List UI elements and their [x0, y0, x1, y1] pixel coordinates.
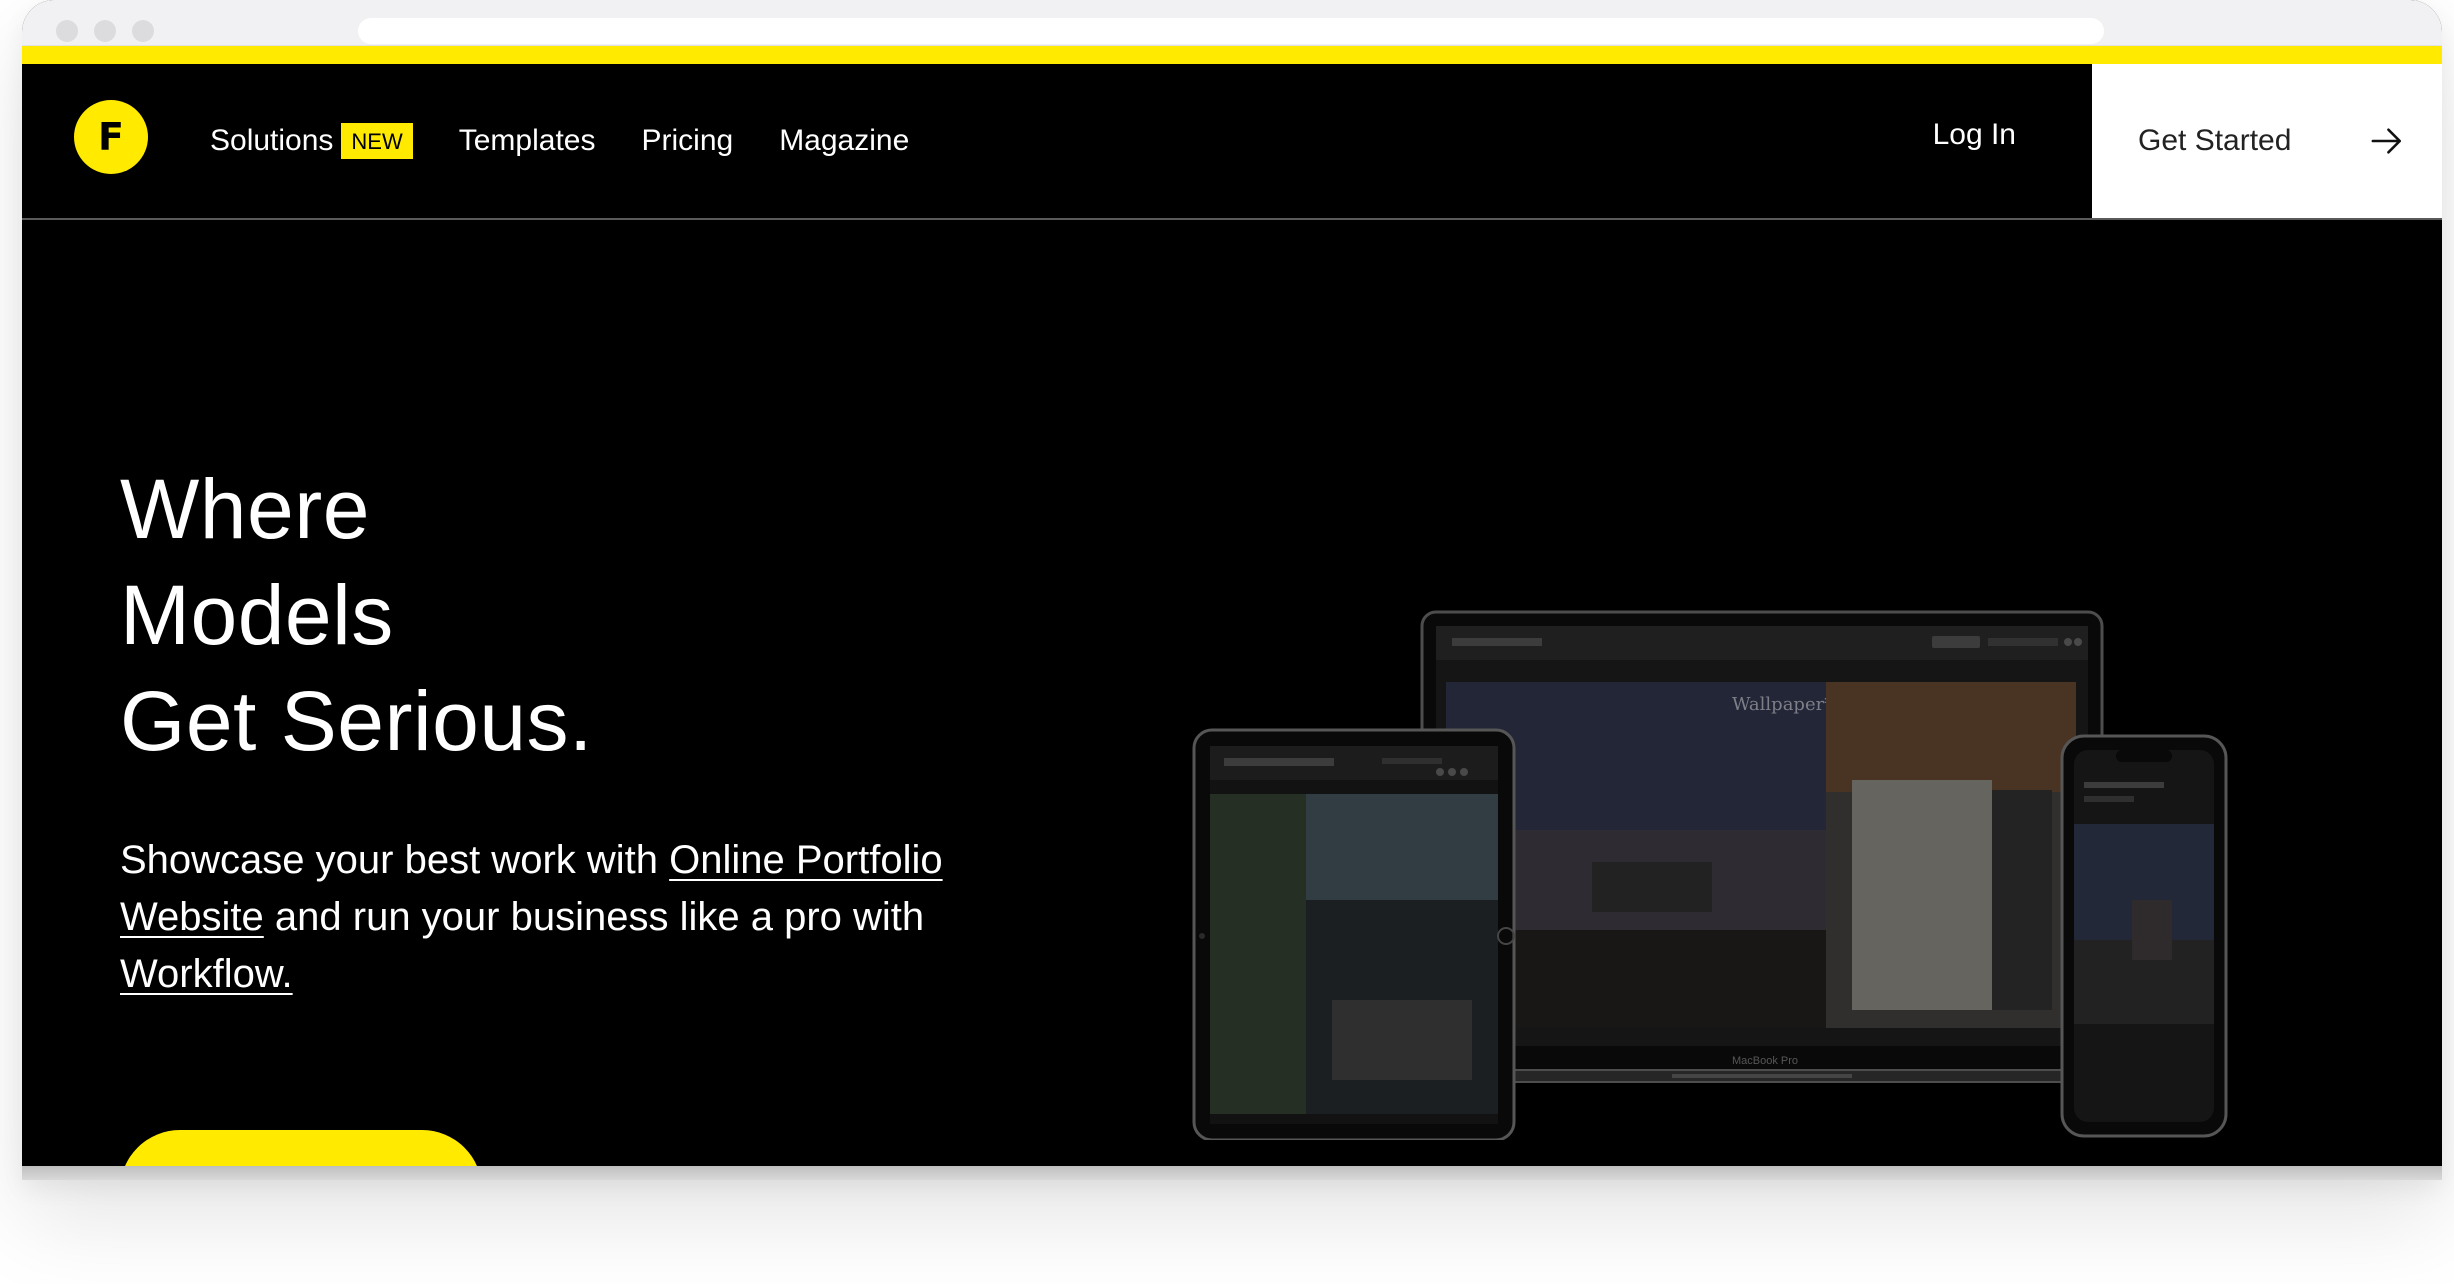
- browser-window: F Solutions NEW Templates Pricing Magazi…: [22, 0, 2442, 1180]
- new-badge: NEW: [341, 123, 413, 159]
- hero-title: Where Models Get Serious.: [120, 456, 593, 774]
- hero-subtitle: Showcase your best work with Online Port…: [120, 832, 1040, 1003]
- nav-label: Solutions: [210, 124, 334, 157]
- accent-strip: [22, 46, 2442, 64]
- hero-title-line: Get Serious.: [120, 674, 593, 768]
- subtitle-text: and run your business like a pro with: [263, 895, 925, 939]
- nav-label: Pricing: [641, 124, 734, 157]
- get-started-label: Get Started: [2138, 124, 2292, 157]
- logo[interactable]: F: [74, 100, 148, 174]
- device-mockup-image: Wallpaper* MacBook Pro: [1172, 600, 2232, 1140]
- hero-title-line: Where: [120, 462, 370, 556]
- nav-item-templates[interactable]: Templates: [459, 124, 596, 158]
- workflow-link[interactable]: Workflow.: [120, 952, 293, 996]
- subtitle-text: Showcase your best work with: [120, 838, 670, 882]
- nav-item-solutions[interactable]: Solutions NEW: [210, 123, 413, 159]
- site-header: F Solutions NEW Templates Pricing Magazi…: [22, 64, 2442, 220]
- logo-letter: F: [98, 115, 124, 159]
- main-nav: Solutions NEW Templates Pricing Magazine: [210, 116, 955, 166]
- nav-item-pricing[interactable]: Pricing: [641, 124, 733, 158]
- hero-title-line: Models: [120, 568, 394, 662]
- page-bottom-edge: [22, 1166, 2442, 1180]
- login-link[interactable]: Log In: [1933, 118, 2016, 152]
- address-bar[interactable]: [358, 18, 2104, 44]
- get-started-button[interactable]: Get Started: [2092, 64, 2442, 218]
- window-close-dot[interactable]: [56, 20, 78, 42]
- nav-item-magazine[interactable]: Magazine: [779, 124, 909, 158]
- nav-label: Templates: [458, 124, 596, 157]
- browser-chrome: [22, 0, 2442, 46]
- arrow-right-icon: [2371, 128, 2402, 154]
- window-maximize-dot[interactable]: [132, 20, 154, 42]
- nav-label: Magazine: [779, 124, 910, 157]
- window-minimize-dot[interactable]: [94, 20, 116, 42]
